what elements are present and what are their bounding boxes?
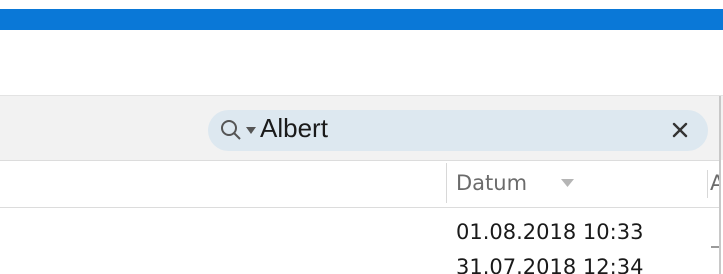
row-indicator [711, 246, 719, 248]
column-divider[interactable] [707, 170, 708, 198]
close-icon[interactable] [669, 119, 691, 141]
email-client-view: Albert Datum A 01.08.2018 10:33 31.07.20… [0, 0, 723, 274]
table-row[interactable]: 01.08.2018 10:33 [456, 217, 643, 247]
sort-descending-icon[interactable] [561, 179, 574, 187]
table-header-row [0, 160, 719, 208]
column-header-datum[interactable]: Datum [456, 168, 527, 198]
table-row[interactable]: 31.07.2018 12:34 [456, 252, 643, 274]
search-options-chevron-down-icon[interactable] [246, 127, 256, 134]
column-header-next[interactable]: A [710, 168, 719, 198]
column-divider[interactable] [446, 163, 447, 203]
pane-divider [719, 96, 721, 274]
search-input[interactable]: Albert [260, 110, 328, 146]
search-icon[interactable] [219, 118, 243, 142]
title-bar [0, 9, 723, 30]
